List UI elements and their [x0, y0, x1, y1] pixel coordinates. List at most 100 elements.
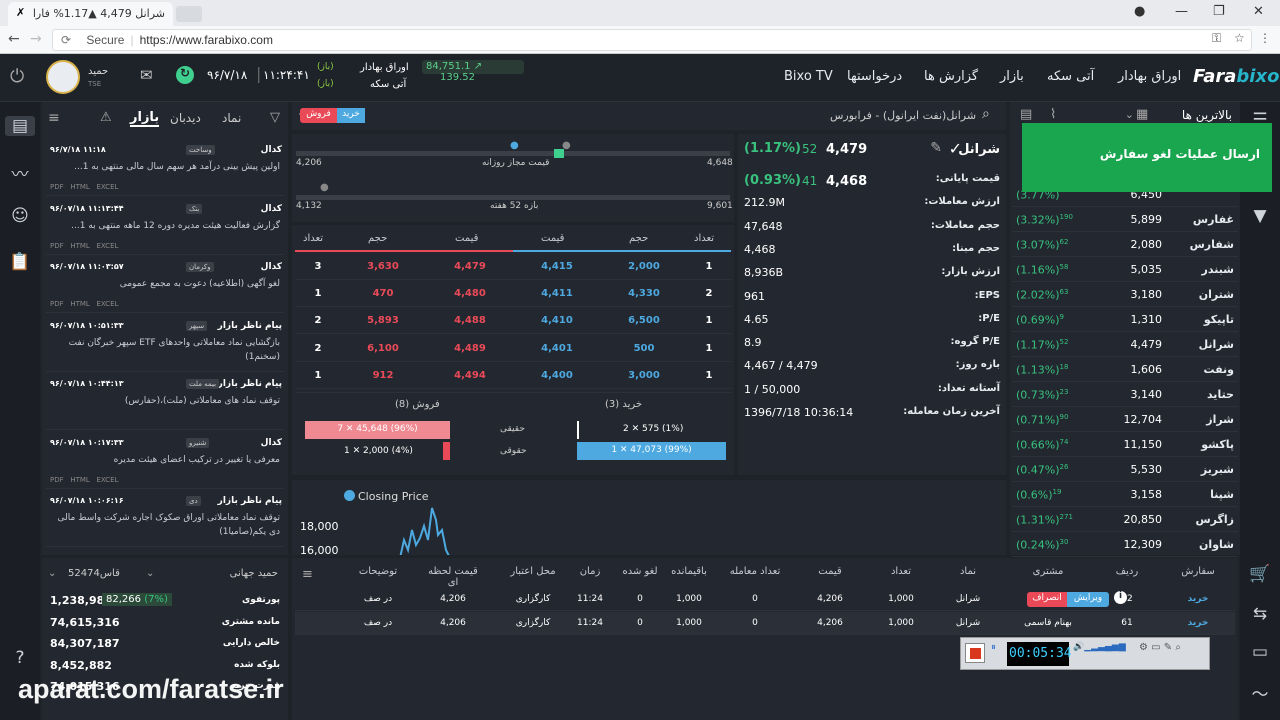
- watchlist-dropdown-icon[interactable]: ⌄: [1125, 108, 1134, 121]
- swap-icon[interactable]: ⇆: [1245, 604, 1275, 624]
- filter-icon[interactable]: ▼: [1245, 206, 1275, 226]
- url-field[interactable]: ⟳ Secure | https://www.farabixo.com: [52, 29, 1252, 51]
- orderbook-row[interactable]: [295, 335, 731, 362]
- watchlist-row[interactable]: شتران 3,180 (2.02%)63: [1012, 282, 1238, 307]
- check-icon[interactable]: ✓: [949, 139, 962, 158]
- watchlist-row[interactable]: زاگرس 20,850 (1.31%)271: [1012, 507, 1238, 532]
- nav-coin-futures[interactable]: آتی سکه: [1047, 69, 1094, 84]
- orderbook-row[interactable]: [295, 280, 731, 308]
- tab-symbol[interactable]: نماد: [222, 111, 241, 125]
- watchlist-row[interactable]: شاوان 12,309 (0.24%)30: [1012, 532, 1238, 557]
- order-cell: شرانل: [955, 618, 981, 628]
- browser-tab[interactable]: ✗ شرانل 4,479 ▲1.17% فارا ×: [8, 2, 187, 26]
- watchlist-row[interactable]: تاپیکو 1,310 (0.69%)9: [1012, 307, 1238, 332]
- news-item[interactable]: پیام ناظر بازار سپهر ۹۶/۰۷/۱۸ ۱۰:۵۱:۳۳ ب…: [46, 316, 284, 372]
- search-icon[interactable]: ⌕: [982, 106, 990, 122]
- help-icon[interactable]: ?: [5, 648, 35, 668]
- clipboard-icon[interactable]: 📋: [5, 252, 35, 272]
- watchlist-row[interactable]: پاکشو 11,150 (0.66%)74: [1012, 432, 1238, 457]
- recorder-tools-icon[interactable]: ⚙ ▭ ✎ ⌕: [1139, 642, 1207, 666]
- watchlist-row[interactable]: شبندر 5,035 (1.16%)58: [1012, 257, 1238, 282]
- back-icon[interactable]: ←: [8, 31, 20, 47]
- news-formats[interactable]: PDF HTML EXCEL: [50, 242, 118, 250]
- news-item[interactable]: کدال شنیرو ۹۶/۰۷/۱۸ ۱۰:۱۷:۳۳ معرفی یا تغ…: [46, 433, 284, 489]
- alert-icon[interactable]: ⚠: [100, 110, 112, 125]
- nav-securities[interactable]: اوراق بهادار: [1118, 69, 1181, 84]
- linechart-icon[interactable]: ⌇: [1050, 107, 1056, 122]
- news-item[interactable]: پیام ناظر بازار دی ۹۶/۰۷/۱۸ ۱۰:۰۶:۱۶ توق…: [46, 491, 284, 547]
- orderbook-row[interactable]: [295, 253, 731, 280]
- restore-icon[interactable]: ❐: [1213, 4, 1225, 19]
- order-cell: خرید: [1187, 618, 1209, 628]
- edit-icon[interactable]: ✎: [930, 140, 942, 156]
- window-close-icon[interactable]: ✕: [1253, 4, 1264, 19]
- orders-col-header: زمان: [579, 566, 601, 577]
- forward-icon[interactable]: →: [30, 31, 42, 47]
- account-expand-icon[interactable]: ⌄: [48, 568, 56, 579]
- bookmark-star-icon[interactable]: ☆: [1234, 31, 1245, 45]
- nav-market[interactable]: بازار: [1000, 69, 1024, 84]
- buy-button[interactable]: خرید: [337, 108, 365, 123]
- news-item[interactable]: کدال بتک ۹۶/۰۷/۱۸ ۱۱:۱۳:۴۴ گزارش فعالیت …: [46, 199, 284, 255]
- news-item[interactable]: کدال وکرمان ۹۶/۰۷/۱۸ ۱۱:۰۳:۵۷ لغو آگهی (…: [46, 257, 284, 313]
- nav-requests[interactable]: درخواستها: [847, 69, 902, 84]
- key-icon[interactable]: ⚿: [1212, 31, 1221, 46]
- orderbook-row[interactable]: [295, 362, 731, 389]
- monitor-icon[interactable]: ▭: [1245, 642, 1275, 662]
- power-icon[interactable]: ⏻: [10, 66, 24, 87]
- symbol-search-text[interactable]: شرانل(نفت ایرانول) - فرابورس: [830, 109, 976, 122]
- sell-button[interactable]: فروش: [300, 108, 337, 123]
- orderbook-cell: 6,100: [367, 342, 399, 354]
- news-menu-icon[interactable]: ≡: [48, 110, 60, 126]
- info-label: حجم معاملات:: [930, 219, 1000, 231]
- info-label: قیمت پایانی:: [935, 173, 1000, 184]
- edit-order-button[interactable]: ویرایش: [1067, 592, 1109, 607]
- cart-icon[interactable]: 🛒: [1245, 564, 1275, 584]
- graph-icon[interactable]: 〜: [1245, 680, 1275, 705]
- tab-watch[interactable]: دیدبان: [170, 111, 201, 125]
- refresh-icon[interactable]: ↻: [176, 66, 194, 84]
- chart-pulse-icon[interactable]: 〰: [5, 160, 35, 185]
- new-tab-button[interactable]: [176, 6, 202, 22]
- watchlist-row[interactable]: غفارس 5,899 (3.32%)190: [1012, 207, 1238, 232]
- news-filter-icon[interactable]: ▽: [270, 110, 280, 125]
- orderbook-row[interactable]: [295, 307, 731, 335]
- orderbook-cell: 4,494: [454, 369, 486, 381]
- news-formats[interactable]: PDF HTML EXCEL: [50, 300, 118, 308]
- watchlist-row[interactable]: شبریز 5,530 (0.47%)26: [1012, 457, 1238, 482]
- record-stop-button[interactable]: [965, 643, 985, 663]
- avatar[interactable]: [46, 60, 80, 94]
- account-dropdown-icon[interactable]: ⌄: [146, 568, 154, 579]
- watchlist-row[interactable]: شرانل 4,479 (1.17%)52: [1012, 332, 1238, 357]
- info-value: 4.65: [744, 312, 769, 326]
- news-formats[interactable]: PDF HTML EXCEL: [50, 183, 118, 191]
- watchlist-row[interactable]: شراز 12,704 (0.71%)90: [1012, 407, 1238, 432]
- watchlist-row[interactable]: ونفت 1,606 (1.13%)18: [1012, 357, 1238, 382]
- news-formats[interactable]: PDF HTML EXCEL: [50, 476, 118, 484]
- orders-icon[interactable]: ▤: [5, 116, 35, 136]
- table-icon[interactable]: ▤: [1020, 107, 1032, 122]
- chat-icon[interactable]: ☺: [5, 206, 35, 226]
- mail-icon[interactable]: ✉: [140, 66, 153, 84]
- news-item[interactable]: پیام ناظر بازار بیمه ملت ۹۶/۰۷/۱۸ ۱۰:۴۴:…: [46, 374, 284, 430]
- tab-market[interactable]: بازار: [130, 110, 160, 127]
- cancel-order-button[interactable]: انصراف: [1027, 592, 1067, 607]
- browser-menu-icon[interactable]: ⋮: [1259, 31, 1271, 45]
- minimize-icon[interactable]: —: [1175, 4, 1188, 19]
- info-icon[interactable]: i: [1114, 591, 1127, 604]
- logo[interactable]: Farabixo: [1193, 66, 1279, 87]
- news-item[interactable]: کدال وساخت ۹۶/۷/۱۸ ۱۱:۱۸ اولین پیش بینی …: [46, 140, 284, 196]
- watchlist-row[interactable]: شفارس 2,080 (3.07%)62: [1012, 232, 1238, 257]
- grid-icon[interactable]: ▦: [1136, 107, 1148, 122]
- buy-total: خرید (3): [605, 399, 643, 410]
- watchlist-row[interactable]: حتاید 3,140 (0.73%)23: [1012, 382, 1238, 407]
- nav-bixo-tv[interactable]: Bixo TV: [784, 69, 833, 84]
- watchlist-row[interactable]: شپنا 3,158 (0.6%)19: [1012, 482, 1238, 507]
- info-value: 4,467 / 4,479: [744, 359, 818, 373]
- pause-icon[interactable]: ⏸: [991, 642, 1003, 666]
- profile-icon[interactable]: ●: [1134, 4, 1145, 19]
- watchlist-title[interactable]: بالاترین ها: [1182, 108, 1232, 122]
- nav-reports[interactable]: گزارش ها: [924, 69, 978, 84]
- cancel-order-toast[interactable]: ارسال عملیات لغو سفارش: [1022, 123, 1272, 192]
- orders-menu-icon[interactable]: ≡: [302, 567, 313, 582]
